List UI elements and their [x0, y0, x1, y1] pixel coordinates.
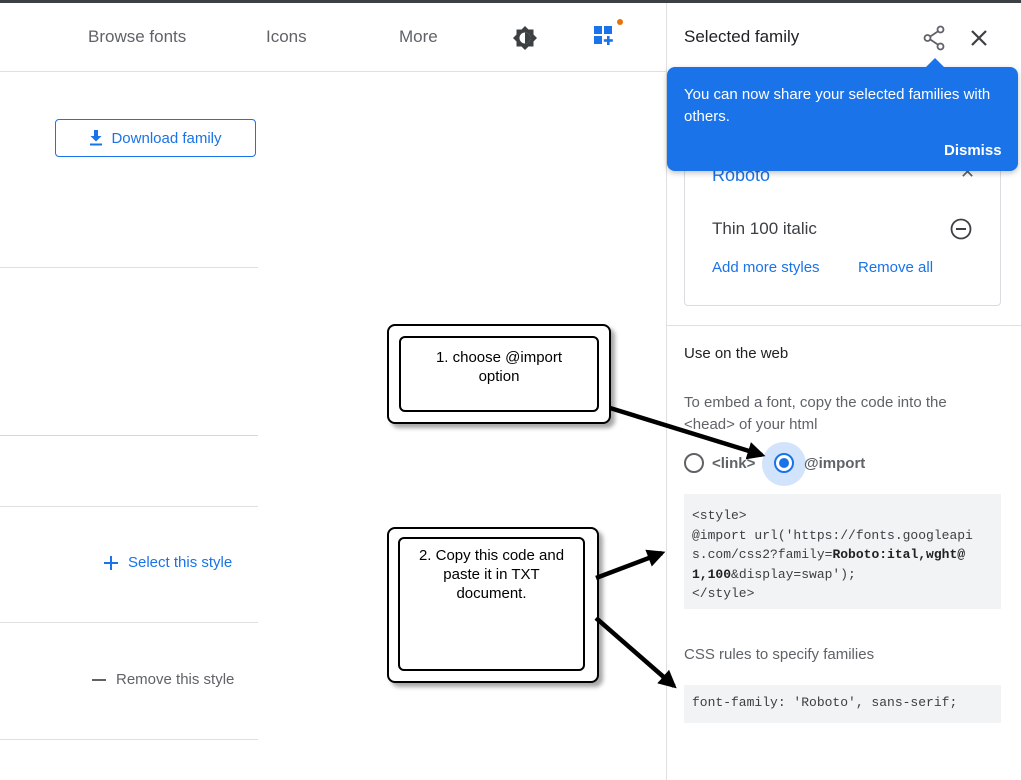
select-style-button[interactable]: Select this style — [104, 554, 232, 571]
code-line: <style> — [692, 508, 747, 523]
radio-link-label: <link> — [712, 454, 756, 472]
divider — [0, 622, 258, 623]
remove-style-circle-icon[interactable] — [950, 218, 972, 240]
select-style-label: Select this style — [128, 554, 233, 571]
use-on-web-title: Use on the web — [684, 345, 789, 362]
tooltip-caret — [925, 58, 945, 68]
css-rule-code[interactable]: font-family: 'Roboto', sans-serif; — [684, 685, 1001, 723]
divider — [0, 739, 258, 740]
divider — [0, 435, 258, 436]
embed-code-block[interactable]: <style> @import url('https://fonts.googl… — [684, 494, 1001, 609]
add-more-styles-button[interactable]: Add more styles — [712, 259, 820, 276]
radio-import[interactable] — [774, 453, 794, 473]
code-line: @import url('https://fonts.googleapi — [692, 527, 973, 543]
plus-icon — [104, 555, 118, 570]
radio-import-option[interactable]: @import — [774, 453, 865, 473]
callout-step-2-line: paste it in TXT — [443, 566, 540, 583]
tooltip-text: You can now share your selected families… — [684, 86, 991, 125]
radio-link[interactable] — [684, 453, 704, 473]
download-family-button[interactable]: Download family — [55, 119, 256, 157]
radio-link-option[interactable]: <link> — [684, 453, 755, 473]
arrow-to-css — [594, 616, 677, 689]
remove-style-button[interactable]: Remove this style — [92, 671, 234, 688]
code-line: s.com/css2?family= — [692, 547, 833, 562]
remove-all-button[interactable]: Remove all — [858, 259, 933, 276]
arrow-to-code — [595, 549, 666, 581]
callout-step-2-line: document. — [456, 585, 527, 602]
selected-style-name: Thin 100 italic — [712, 219, 817, 238]
divider — [0, 506, 258, 507]
download-icon — [90, 130, 103, 146]
nav-more[interactable]: More — [399, 27, 438, 47]
callout-step-2-line: 2. Copy this code and — [418, 547, 565, 564]
share-icon[interactable] — [920, 24, 948, 52]
callout-step-1-box: 1. choose @import option — [399, 336, 599, 412]
callout-step-1-line: 1. choose @import — [435, 349, 563, 366]
remove-style-label: Remove this style — [116, 671, 235, 688]
callout-step-2-box: 2. Copy this code and paste it in TXT do… — [398, 537, 585, 671]
nav-icons[interactable]: Icons — [266, 27, 307, 47]
brightness-icon[interactable] — [512, 25, 538, 51]
code-line-bold: 1,100 — [692, 566, 732, 582]
code-line-bold: Roboto:ital,wght@ — [832, 547, 966, 562]
dismiss-button[interactable]: Dismiss — [944, 142, 1002, 159]
notification-dot — [617, 19, 623, 25]
nav-browse-fonts[interactable]: Browse fonts — [88, 27, 186, 47]
selected-families-icon[interactable] — [591, 18, 625, 52]
panel-divider — [667, 325, 1021, 326]
css-rules-title: CSS rules to specify families — [684, 646, 875, 663]
minus-icon — [92, 678, 106, 681]
download-family-label: Download family — [111, 129, 222, 147]
embed-instructions: To embed a font, copy the code into the … — [684, 394, 947, 433]
callout-step-1-line: option — [478, 368, 520, 385]
header-divider — [0, 71, 666, 72]
panel-title: Selected family — [684, 27, 800, 46]
code-line: </style> — [692, 586, 755, 601]
code-line: &display=swap'); — [731, 566, 856, 582]
close-icon[interactable] — [966, 25, 992, 51]
divider — [0, 267, 258, 268]
radio-import-label: @import — [804, 454, 866, 472]
